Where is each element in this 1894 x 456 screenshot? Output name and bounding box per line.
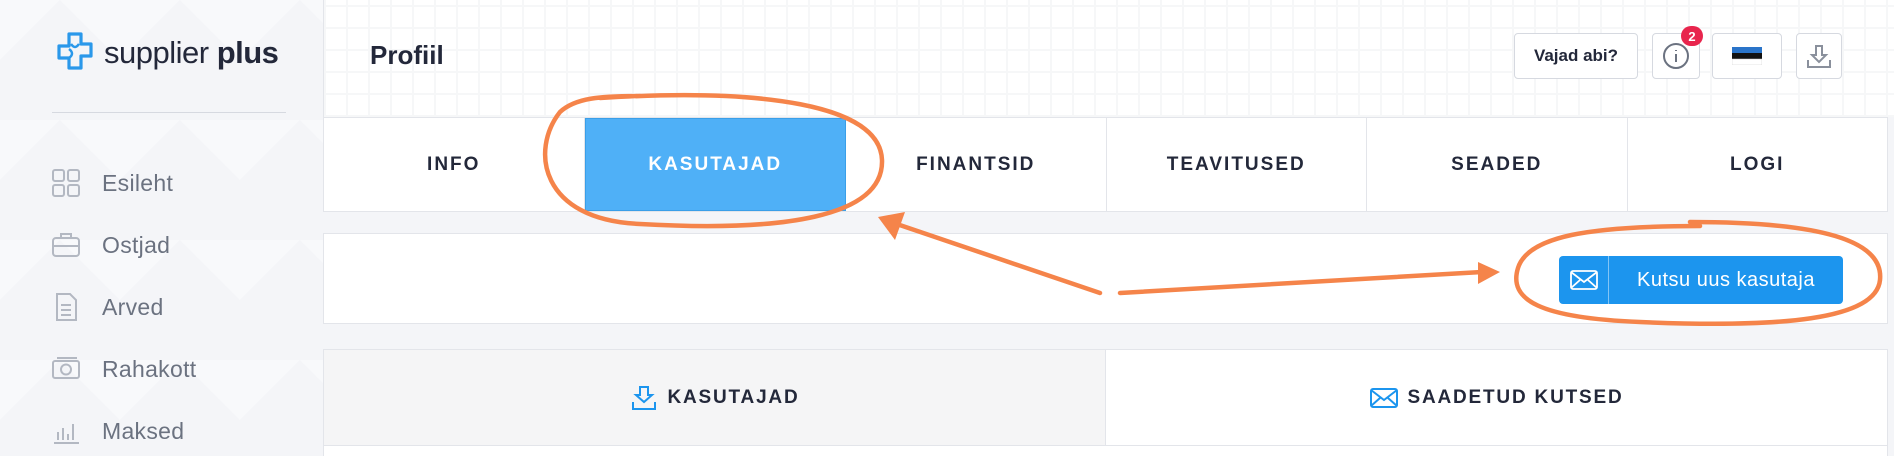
page-title: Profiil: [370, 40, 444, 70]
sidebar-item-label: Ostjad: [102, 231, 171, 258]
document-icon: [50, 291, 82, 323]
info-button[interactable]: 2: [1652, 26, 1703, 79]
sidebar-divider: [52, 112, 286, 113]
users-subtabs: KASUTAJAD SAADETUD KUTSED: [323, 349, 1888, 446]
dashboard-icon: [50, 167, 82, 199]
subtab-label: KASUTAJAD: [667, 386, 800, 408]
help-button[interactable]: Vajad abi?: [1514, 33, 1638, 79]
sidebar: supplier plus Esileht Ostjad Arved Rahak: [0, 0, 323, 456]
page-header: Profiil Vajad abi? 2: [323, 0, 1894, 117]
tab-seaded[interactable]: SEADED: [1367, 118, 1628, 211]
bar-chart-icon: [50, 415, 82, 447]
action-bar: Kutsu uus kasutaja: [323, 233, 1888, 324]
subtab-label: SAADETUD KUTSED: [1407, 386, 1624, 408]
envelope-icon: [1369, 387, 1398, 408]
sidebar-nav: Esileht Ostjad Arved Rahakott Maksed: [50, 152, 196, 456]
tab-finantsid[interactable]: FINANTSID: [846, 118, 1107, 211]
sidebar-item-rahakott[interactable]: Rahakott: [50, 338, 196, 400]
envelope-icon: [1559, 256, 1609, 304]
sidebar-item-label: Maksed: [102, 417, 185, 444]
tab-info[interactable]: INFO: [324, 118, 585, 211]
tab-logi[interactable]: LOGI: [1628, 118, 1888, 211]
invite-user-label: Kutsu uus kasutaja: [1637, 268, 1815, 291]
sidebar-item-arved[interactable]: Arved: [50, 276, 196, 338]
sidebar-item-label: Rahakott: [102, 355, 197, 382]
notification-badge: 2: [1681, 26, 1703, 46]
sidebar-item-maksed[interactable]: Maksed: [50, 400, 196, 456]
invite-user-button[interactable]: Kutsu uus kasutaja: [1559, 256, 1843, 304]
sidebar-item-ostjad[interactable]: Ostjad: [50, 214, 196, 276]
info-icon: [1663, 43, 1689, 69]
wallet-icon: [50, 353, 82, 385]
logo-mark-icon: [57, 32, 93, 70]
flag-estonia-icon: [1732, 47, 1762, 65]
language-button[interactable]: [1712, 33, 1782, 79]
logout-button[interactable]: [1796, 33, 1842, 79]
tab-kasutajad[interactable]: KASUTAJAD: [584, 118, 846, 211]
brand-logo[interactable]: supplier plus: [52, 30, 279, 76]
sidebar-item-label: Esileht: [102, 169, 174, 196]
subtab-kasutajad[interactable]: KASUTAJAD: [324, 350, 1106, 445]
sidebar-item-esileht[interactable]: Esileht: [50, 152, 196, 214]
user-inbox-icon: [631, 385, 656, 410]
subtab-saadetud-kutsed[interactable]: SAADETUD KUTSED: [1106, 350, 1887, 445]
sidebar-item-label: Arved: [102, 293, 164, 320]
profile-tabs: INFO KASUTAJAD FINANTSID TEAVITUSED SEAD…: [323, 117, 1888, 212]
tab-teavitused[interactable]: TEAVITUSED: [1107, 118, 1367, 211]
briefcase-icon: [50, 229, 82, 261]
logout-icon: [1807, 45, 1831, 68]
logo-text: supplier plus: [104, 35, 279, 70]
content-area: [323, 446, 1888, 456]
